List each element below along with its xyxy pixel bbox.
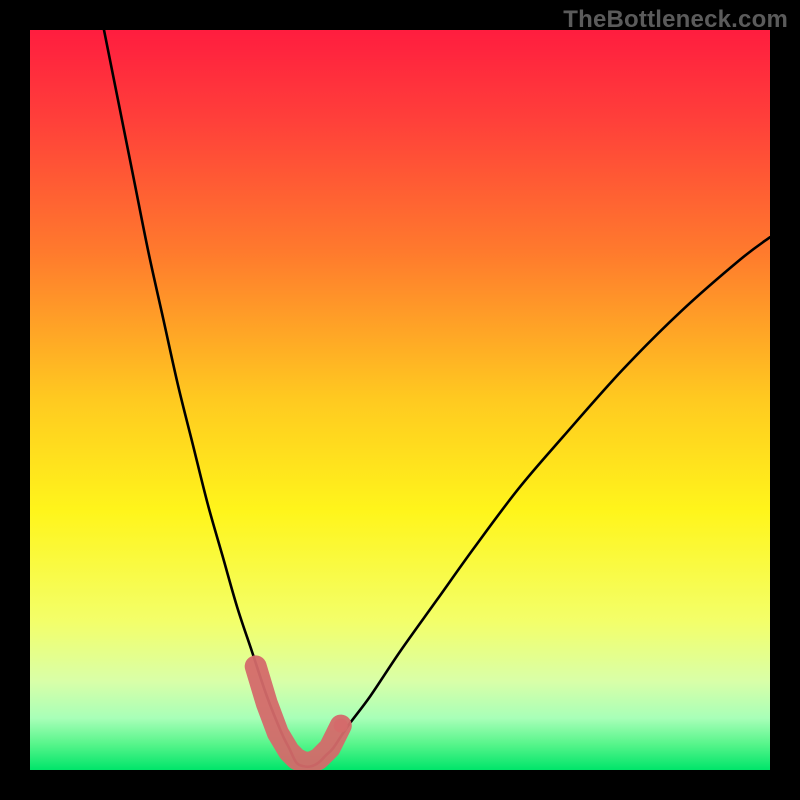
optimal-range-marker: [256, 666, 348, 762]
chart-frame: TheBottleneck.com: [0, 0, 800, 800]
bottleneck-curve: [104, 30, 770, 767]
plot-area: [30, 30, 770, 770]
chart-overlay: [30, 30, 770, 770]
